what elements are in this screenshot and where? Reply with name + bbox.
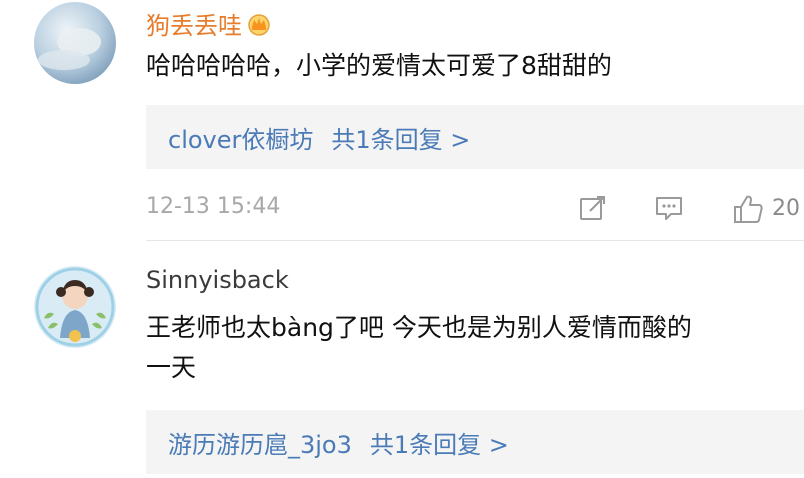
comment-icon[interactable] <box>654 194 684 226</box>
reply-username[interactable]: clover依橱坊 <box>168 120 313 155</box>
avatar-image <box>34 2 116 84</box>
username[interactable]: Sinnyisback <box>146 266 289 294</box>
reply-preview[interactable]: 游历游历扈_3jo3 共1条回复 > <box>146 410 804 474</box>
reply-username[interactable]: 游历游历扈_3jo3 <box>168 425 352 460</box>
comment-text-line: 王老师也太bàng了吧 今天也是为别人爱情而酸的 <box>146 313 692 342</box>
avatar[interactable] <box>34 266 116 348</box>
avatar-image <box>34 266 116 348</box>
username-row: Sinnyisback <box>146 266 289 294</box>
username-row: 狗丢丢哇 <box>146 6 272 41</box>
comment-text: 王老师也太bàng了吧 今天也是为别人爱情而酸的 一天 <box>146 308 692 388</box>
reply-count-link[interactable]: 共1条回复 > <box>370 425 509 460</box>
divider <box>146 240 804 241</box>
reply-preview[interactable]: clover依橱坊 共1条回复 > <box>146 105 804 169</box>
crown-vip-icon <box>246 12 272 36</box>
like-count: 20 <box>772 196 800 221</box>
thumbs-up-icon[interactable] <box>732 194 764 228</box>
comment-text-line: 哈哈哈哈哈，小学的爱情太可爱了8甜甜的 <box>146 51 612 80</box>
avatar[interactable] <box>34 2 116 84</box>
comment-meta: 12-13 15:44 20 <box>146 188 804 228</box>
comment-text-line: 一天 <box>146 353 197 382</box>
share-icon[interactable] <box>578 194 608 226</box>
username[interactable]: 狗丢丢哇 <box>146 6 242 41</box>
timestamp: 12-13 15:44 <box>146 194 281 219</box>
comment-text: 哈哈哈哈哈，小学的爱情太可爱了8甜甜的 <box>146 46 612 86</box>
reply-count-link[interactable]: 共1条回复 > <box>331 120 470 155</box>
